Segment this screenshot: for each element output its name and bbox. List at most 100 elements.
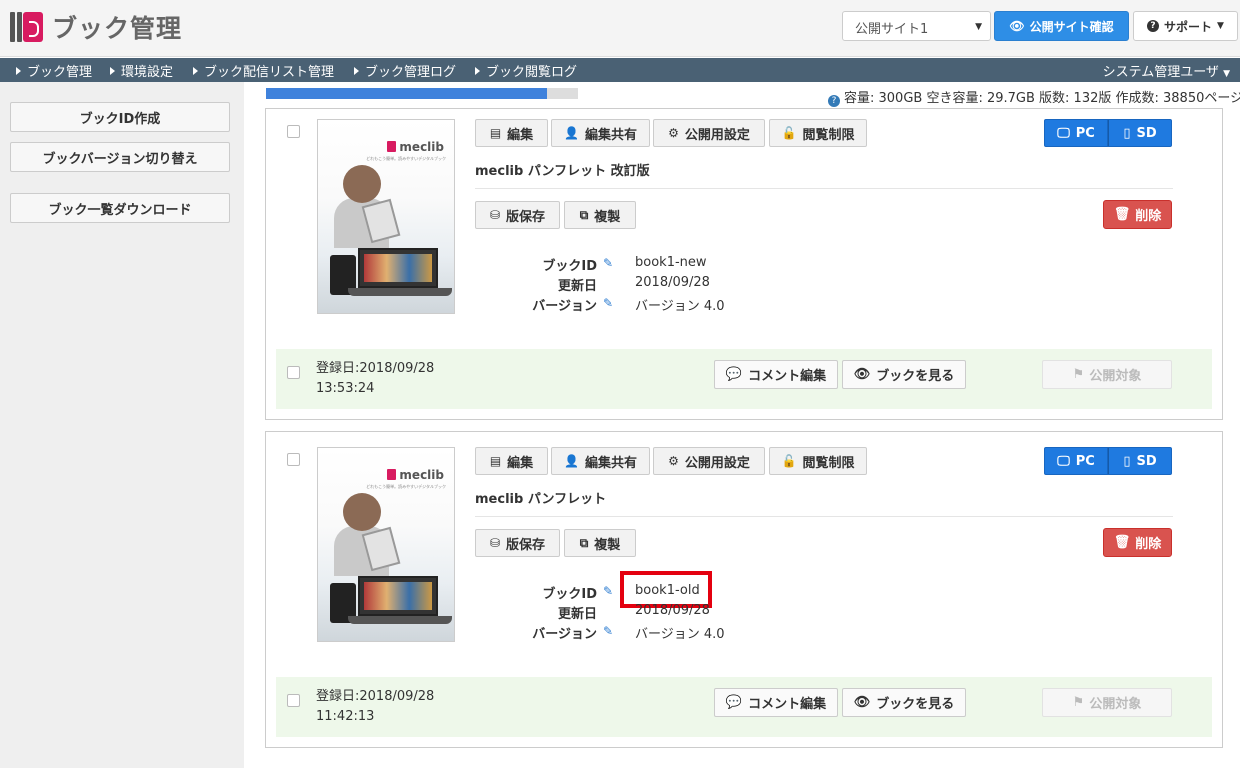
registration-date: 登録日:2018/09/28 bbox=[316, 361, 435, 376]
version-label: バージョン bbox=[532, 627, 597, 642]
publish-settings-button[interactable]: ⚙ 公開用設定 bbox=[653, 119, 765, 147]
edit-button[interactable]: ▤ 編集 bbox=[475, 119, 548, 147]
publish-settings-button[interactable]: ⚙ 公開用設定 bbox=[653, 447, 765, 475]
pc-preview-button[interactable]: 🖵 PC bbox=[1044, 447, 1108, 475]
edit-book-id-icon[interactable]: ✎ bbox=[603, 584, 613, 598]
mobile-icon: ▯ bbox=[1123, 125, 1131, 141]
trash-icon: 🗑 bbox=[1113, 535, 1131, 550]
nav-item-distribution-list[interactable]: ブック配信リスト管理 bbox=[193, 61, 334, 80]
arrow-right-icon bbox=[193, 67, 198, 75]
edit-button[interactable]: ▤ 編集 bbox=[475, 447, 548, 475]
user-icon: 👤 bbox=[564, 126, 579, 140]
caret-down-icon: ▼ bbox=[1217, 21, 1224, 31]
delete-button[interactable]: 🗑 削除 bbox=[1103, 528, 1172, 557]
book-title: meclib パンフレット 改訂版 bbox=[475, 164, 650, 179]
support-button[interactable]: ? サポート ▼ bbox=[1133, 11, 1238, 41]
edit-book-id-icon[interactable]: ✎ bbox=[603, 256, 613, 270]
delete-button[interactable]: 🗑 削除 bbox=[1103, 200, 1172, 229]
access-limit-button[interactable]: 🔓 閲覧制限 bbox=[769, 119, 867, 147]
version-value: バージョン 4.0 bbox=[635, 299, 725, 314]
book-title: meclib パンフレット bbox=[475, 492, 607, 507]
dropdown-arrow-icon: ▼ bbox=[975, 22, 982, 32]
book-thumbnail[interactable]: meclib どれもこう簡単。読みやすいデジタルブック bbox=[317, 447, 455, 642]
book-id-label: ブックID bbox=[542, 259, 597, 274]
divider bbox=[475, 188, 1173, 189]
site-select[interactable]: 公開サイト1 ▼ bbox=[842, 11, 991, 41]
meclib-logo: meclib bbox=[387, 468, 444, 482]
sidebar: ブックID作成 ブックバージョン切り替え ブック一覧ダウンロード bbox=[0, 82, 244, 768]
pc-sd-toggle: 🖵 PC ▯ SD bbox=[1044, 447, 1172, 475]
monitor-icon: 🖵 bbox=[1057, 125, 1070, 141]
usage-progress-bar bbox=[266, 88, 578, 99]
confirm-site-button[interactable]: 👁 公開サイト確認 bbox=[994, 11, 1129, 41]
save-version-button[interactable]: ⛁ 版保存 bbox=[475, 529, 560, 557]
usage-progress-fill bbox=[266, 88, 547, 99]
app-title: ブック管理 bbox=[52, 14, 183, 43]
updated-label: 更新日 bbox=[557, 607, 597, 622]
footer-checkbox[interactable] bbox=[287, 694, 300, 707]
user-menu[interactable]: システム管理ユーザ ▼ bbox=[1103, 61, 1230, 80]
inbox-icon: ⛁ bbox=[489, 208, 501, 222]
edit-share-button[interactable]: 👤 編集共有 bbox=[551, 447, 650, 475]
pc-preview-button[interactable]: 🖵 PC bbox=[1044, 119, 1108, 147]
arrow-right-icon bbox=[354, 67, 359, 75]
divider bbox=[475, 516, 1173, 517]
comment-edit-button[interactable]: 💬 コメント編集 bbox=[714, 688, 838, 717]
updated-value: 2018/09/28 bbox=[635, 603, 710, 618]
app-logo[interactable]: ブック管理 bbox=[10, 9, 182, 45]
view-book-button[interactable]: 👁 ブックを見る bbox=[842, 360, 966, 389]
nav-item-book-management[interactable]: ブック管理 bbox=[16, 61, 92, 80]
publish-target-button[interactable]: ⚑ 公開対象 bbox=[1042, 688, 1172, 717]
updated-label: 更新日 bbox=[557, 279, 597, 294]
nav-item-environment[interactable]: 環境設定 bbox=[110, 61, 173, 80]
updated-value: 2018/09/28 bbox=[635, 275, 710, 290]
caret-down-icon: ▼ bbox=[1223, 69, 1230, 79]
eye-icon: 👁 bbox=[853, 695, 871, 710]
comment-edit-button[interactable]: 💬 コメント編集 bbox=[714, 360, 838, 389]
publish-target-button[interactable]: ⚑ 公開対象 bbox=[1042, 360, 1172, 389]
duplicate-button[interactable]: ⧉ 複製 bbox=[564, 529, 636, 557]
eye-icon: 👁 bbox=[853, 367, 871, 382]
site-select-value: 公開サイト1 bbox=[855, 22, 929, 37]
comment-icon: 💬 bbox=[725, 695, 743, 710]
registration-info: 登録日:2018/09/28 13:53:24 bbox=[316, 359, 434, 399]
comment-icon: 💬 bbox=[725, 367, 743, 382]
book-select-checkbox[interactable] bbox=[287, 125, 300, 138]
flag-icon: ⚑ bbox=[1072, 695, 1085, 710]
book-card-footer: 登録日:2018/09/28 11:42:13 💬 コメント編集 👁 ブックを見る … bbox=[276, 677, 1212, 737]
duplicate-button[interactable]: ⧉ 複製 bbox=[564, 201, 636, 229]
flag-icon: ⚑ bbox=[1072, 367, 1085, 382]
sd-preview-button[interactable]: ▯ SD bbox=[1108, 119, 1172, 147]
registration-date: 登録日:2018/09/28 bbox=[316, 689, 435, 704]
registration-time: 11:42:13 bbox=[316, 709, 375, 724]
footer-checkbox[interactable] bbox=[287, 366, 300, 379]
unlock-icon: 🔓 bbox=[781, 454, 797, 468]
trash-icon: 🗑 bbox=[1113, 207, 1131, 222]
gear-icon: ⚙ bbox=[668, 454, 679, 468]
create-book-id-button[interactable]: ブックID作成 bbox=[10, 102, 230, 132]
book-icon: ▤ bbox=[489, 454, 502, 468]
sd-preview-button[interactable]: ▯ SD bbox=[1108, 447, 1172, 475]
nav-item-management-log[interactable]: ブック管理ログ bbox=[354, 61, 456, 80]
thumb-tagline: どれもこう簡単。読みやすいデジタルブック bbox=[366, 484, 446, 489]
copy-icon: ⧉ bbox=[579, 535, 589, 550]
book-select-checkbox[interactable] bbox=[287, 453, 300, 466]
book-id-value: book1-new bbox=[635, 255, 707, 270]
registration-info: 登録日:2018/09/28 11:42:13 bbox=[316, 687, 434, 727]
save-version-button[interactable]: ⛁ 版保存 bbox=[475, 201, 560, 229]
book-thumbnail[interactable]: meclib どれもこう簡単。読みやすいデジタルブック bbox=[317, 119, 455, 314]
book-card: meclib どれもこう簡単。読みやすいデジタルブック ▤ 編集 👤 編集共有 ⚙ 公… bbox=[265, 108, 1223, 420]
registration-time: 13:53:24 bbox=[316, 381, 375, 396]
switch-book-version-button[interactable]: ブックバージョン切り替え bbox=[10, 142, 230, 172]
nav-item-view-log[interactable]: ブック閲覧ログ bbox=[475, 61, 577, 80]
edit-version-icon[interactable]: ✎ bbox=[603, 296, 613, 310]
edit-version-icon[interactable]: ✎ bbox=[603, 624, 613, 638]
access-limit-button[interactable]: 🔓 閲覧制限 bbox=[769, 447, 867, 475]
view-book-button[interactable]: 👁 ブックを見る bbox=[842, 688, 966, 717]
book-icon: ▤ bbox=[489, 126, 502, 140]
arrow-right-icon bbox=[475, 67, 480, 75]
edit-share-button[interactable]: 👤 編集共有 bbox=[551, 119, 650, 147]
download-book-list-button[interactable]: ブック一覧ダウンロード bbox=[10, 193, 230, 223]
mobile-icon: ▯ bbox=[1123, 453, 1131, 469]
capacity-info: ? 容量: 300GB 空き容量: 29.7GB 版数: 132版 作成数: 38… bbox=[828, 87, 1240, 107]
